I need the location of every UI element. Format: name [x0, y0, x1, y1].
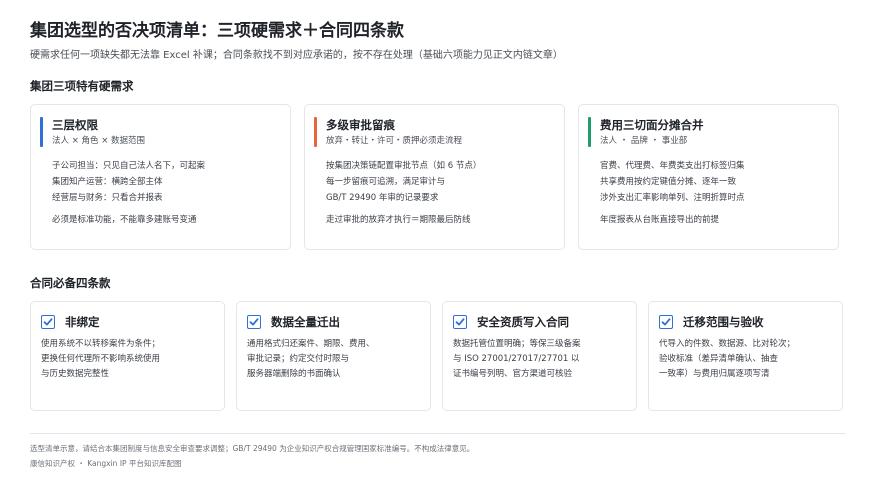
- card-line: 按集团决策链配置审批节点（如 6 节点）: [326, 161, 482, 171]
- footer-note: 选型清单示意，请结合本集团制度与信息安全审查要求调整；GB/T 29490 为企…: [30, 444, 475, 453]
- card-note: 走过审批的放弃才执行＝期限最后防线: [326, 215, 471, 225]
- card-title: 三层权限: [52, 118, 98, 132]
- card-line: 通用格式归还案件、期限、费用、: [247, 339, 375, 349]
- requirement-card-permissions: 三层权限 法人 × 角色 × 数据范围 子公司担当：只见自己法人名下，可起案 集…: [30, 104, 291, 250]
- checkbox-icon: [247, 315, 261, 329]
- card-line: 每一步留痕可追溯，满足审计与: [326, 177, 446, 187]
- card-tag: 放弃・转让・许可・质押必须走流程: [326, 136, 463, 146]
- card-line: 证书编号列明、官方渠道可核验: [453, 369, 573, 379]
- card-line: GB/T 29490 年审的记录要求: [326, 193, 439, 203]
- card-title: 数据全量迁出: [271, 315, 340, 329]
- footer-credit: 康信知识产权 ・ Kangxin IP 平台知识库配图: [30, 459, 182, 468]
- section-title-clauses: 合同必备四条款: [30, 276, 111, 290]
- requirements-row: 三层权限 法人 × 角色 × 数据范围 子公司担当：只见自己法人名下，可起案 集…: [30, 104, 846, 250]
- card-line: 一致率）与费用归属逐项写清: [659, 369, 770, 379]
- requirement-card-approval: 多级审批留痕 放弃・转让・许可・质押必须走流程 按集团决策链配置审批节点（如 6…: [304, 104, 565, 250]
- card-line: 官费、代理费、年费类支出打标签归集: [600, 161, 745, 171]
- card-line: 数据托管位置明确；等保三级备案: [453, 339, 581, 349]
- clause-card-non-binding: 非绑定 使用系统不以转移案件为条件； 更换任何代理所不影响系统使用 与历史数据完…: [30, 301, 225, 411]
- card-line: 集团知产运营：横跨全部主体: [52, 177, 163, 187]
- card-note: 年度报表从台账直接导出的前提: [600, 215, 720, 225]
- requirement-card-cost: 费用三切面分摊合并 法人 ・ 品牌 ・ 事业部 官费、代理费、年费类支出打标签归…: [578, 104, 839, 250]
- page-title: 集团选型的否决项清单：三项硬需求＋合同四条款: [30, 21, 404, 41]
- card-line: 验收标准（差异清单确认、抽查: [659, 354, 779, 364]
- card-line: 审批记录；约定交付时限与: [247, 354, 350, 364]
- card-line: 代导入的件数、数据源、比对轮次；: [659, 339, 796, 349]
- footer-divider: [30, 433, 846, 434]
- card-title: 多级审批留痕: [326, 118, 395, 132]
- card-line: 服务器端删除的书面确认: [247, 369, 341, 379]
- accent-bar: [314, 117, 317, 147]
- card-tag: 法人 × 角色 × 数据范围: [52, 136, 146, 146]
- card-line: 涉外支出汇率影响单列、注明折算时点: [600, 193, 745, 203]
- card-line: 经营层与财务：只看合并报表: [52, 193, 163, 203]
- section-title-requirements: 集团三项特有硬需求: [30, 79, 134, 93]
- clause-card-security: 安全资质写入合同 数据托管位置明确；等保三级备案 与 ISO 27001/270…: [442, 301, 637, 411]
- clause-card-data-export: 数据全量迁出 通用格式归还案件、期限、费用、 审批记录；约定交付时限与 服务器端…: [236, 301, 431, 411]
- card-title: 迁移范围与验收: [683, 315, 764, 329]
- card-line: 子公司担当：只见自己法人名下，可起案: [52, 161, 206, 171]
- card-tag: 法人 ・ 品牌 ・ 事业部: [600, 136, 688, 146]
- footer: 选型清单示意，请结合本集团制度与信息安全审查要求调整；GB/T 29490 为企…: [30, 442, 846, 470]
- clause-card-migration: 迁移范围与验收 代导入的件数、数据源、比对轮次； 验收标准（差异清单确认、抽查 …: [648, 301, 843, 411]
- checkbox-icon: [453, 315, 467, 329]
- card-title: 非绑定: [65, 315, 100, 329]
- checkbox-icon: [41, 315, 55, 329]
- accent-bar: [588, 117, 591, 147]
- page-subtitle: 硬需求任何一项缺失都无法靠 Excel 补课；合同条款找不到对应承诺的，按不存在…: [30, 50, 563, 61]
- clauses-row: 非绑定 使用系统不以转移案件为条件； 更换任何代理所不影响系统使用 与历史数据完…: [30, 301, 846, 411]
- card-line: 更换任何代理所不影响系统使用: [41, 354, 161, 364]
- checkbox-icon: [659, 315, 673, 329]
- card-line: 与 ISO 27001/27017/27701 以: [453, 354, 580, 364]
- card-title: 安全资质写入合同: [477, 315, 569, 329]
- card-line: 使用系统不以转移案件为条件；: [41, 339, 161, 349]
- card-note: 必须是标准功能，不能靠多建账号变通: [52, 215, 197, 225]
- accent-bar: [40, 117, 43, 147]
- card-line: 与历史数据完整性: [41, 369, 110, 379]
- page: 集团选型的否决项清单：三项硬需求＋合同四条款 硬需求任何一项缺失都无法靠 Exc…: [30, 20, 846, 470]
- card-line: 共享费用按约定键值分摊、逐年一致: [600, 177, 737, 187]
- card-title: 费用三切面分摊合并: [600, 118, 704, 132]
